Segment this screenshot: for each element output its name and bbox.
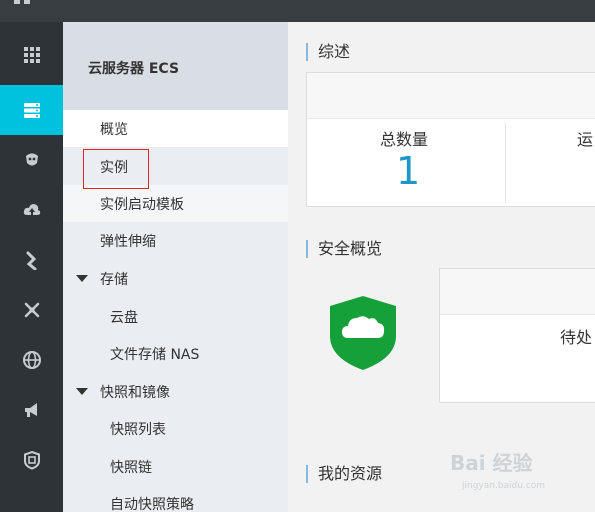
- sidebar-item-label: 存储: [100, 271, 128, 288]
- sidebar-group-snapshots-images[interactable]: 快照和镜像: [63, 373, 288, 410]
- caret-down-icon: [76, 275, 88, 282]
- sidebar-item-label: 快照和镜像: [100, 384, 170, 401]
- rail-item-storage[interactable]: [0, 185, 63, 235]
- sidebar-item-disks[interactable]: 云盘: [63, 298, 288, 335]
- cloud-monitor-icon: [25, 153, 38, 166]
- stat-divider: [505, 123, 506, 203]
- sidebar-item-label: 云盘: [110, 309, 138, 326]
- product-icon-rail: [0, 22, 63, 512]
- overview-card-header: [307, 73, 595, 119]
- cloud-upload-icon: [23, 204, 40, 215]
- sidebar-item-overview[interactable]: 概览: [63, 110, 288, 147]
- annotation-highlight-box: [83, 149, 149, 189]
- sidebar-item-auto-snapshot-policy[interactable]: 自动快照策略: [63, 485, 288, 512]
- security-shield-icon: [330, 296, 396, 370]
- security-card-header: [440, 269, 595, 315]
- product-sidebar: 云服务器 ECS 概览 实例 实例启动模板 弹性伸缩 存储 云盘 文件存储 NA…: [63, 22, 288, 512]
- security-card: 待处: [439, 268, 595, 403]
- link-icon: [26, 251, 36, 270]
- rail-item-message[interactable]: [0, 385, 63, 435]
- network-icon: [24, 302, 39, 318]
- main-content: 综述 总数量 1 运 安全概览 待处 我的资源: [288, 22, 595, 512]
- watermark-url: jingyan.baidu.com: [462, 481, 546, 491]
- shield-icon: [23, 450, 40, 470]
- sidebar-item-label: 自动快照策略: [110, 496, 194, 512]
- sidebar-item-nas[interactable]: 文件存储 NAS: [63, 335, 288, 372]
- rail-item-grid[interactable]: [0, 30, 63, 80]
- sidebar-item-label: 快照链: [110, 459, 152, 476]
- server-icon: [23, 103, 40, 118]
- grid-icon: [23, 47, 40, 63]
- overview-card: 总数量 1 运: [306, 72, 595, 207]
- pending-label: 待处: [560, 328, 593, 347]
- security-section-title: 安全概览: [306, 240, 382, 258]
- sidebar-item-auto-scaling[interactable]: 弹性伸缩: [63, 222, 288, 259]
- watermark-brand: Bai 经验: [450, 451, 533, 475]
- top-bar: [0, 0, 595, 22]
- total-count-label: 总数量: [380, 130, 429, 149]
- sidebar-item-label: 实例启动模板: [100, 196, 184, 213]
- megaphone-icon: [24, 403, 37, 417]
- rail-item-monitor[interactable]: [0, 135, 63, 185]
- baidu-watermark: Bai 经验 jingyan.baidu.com: [450, 447, 590, 497]
- rail-item-network[interactable]: [0, 285, 63, 335]
- total-count-value[interactable]: 1: [396, 149, 420, 193]
- sidebar-item-label: 弹性伸缩: [100, 233, 156, 250]
- sidebar-item-label: 快照列表: [110, 421, 166, 438]
- sidebar-item-label: 概览: [100, 121, 128, 138]
- sidebar-item-label: 文件存储 NAS: [110, 346, 200, 363]
- sidebar-item-snapshot-chain[interactable]: 快照链: [63, 448, 288, 485]
- sidebar-item-snapshot-list[interactable]: 快照列表: [63, 410, 288, 447]
- rail-item-link[interactable]: [0, 235, 63, 285]
- globe-icon: [22, 351, 41, 369]
- sidebar-group-storage[interactable]: 存储: [63, 260, 288, 297]
- caret-down-icon: [76, 388, 88, 395]
- overview-section-title: 综述: [306, 43, 350, 61]
- rail-item-security[interactable]: [0, 435, 63, 485]
- running-count-label: 运: [577, 130, 594, 149]
- console-logo-icon[interactable]: [14, 0, 32, 4]
- rail-item-cdn[interactable]: [0, 335, 63, 385]
- rail-item-ecs[interactable]: [0, 85, 63, 135]
- sidebar-header: 云服务器 ECS: [63, 22, 288, 110]
- resources-section-title: 我的资源: [306, 465, 382, 483]
- sidebar-item-launch-templates[interactable]: 实例启动模板: [63, 185, 288, 222]
- sidebar-title: 云服务器 ECS: [88, 61, 180, 77]
